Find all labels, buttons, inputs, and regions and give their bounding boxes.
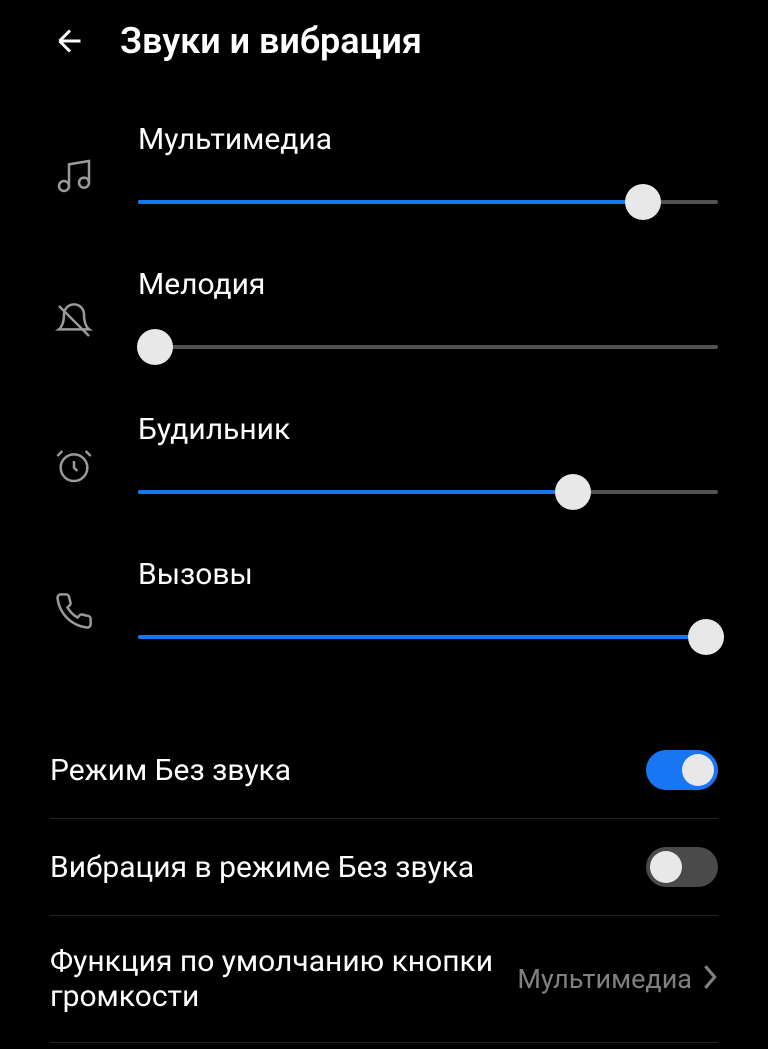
alarm-volume-row: Будильник bbox=[50, 412, 718, 507]
vibrate-silent-toggle[interactable] bbox=[646, 847, 718, 887]
silent-mode-row[interactable]: Режим Без звука bbox=[50, 722, 718, 819]
default-volume-button-value: Мультимедиа bbox=[517, 963, 692, 995]
settings-list: Режим Без звука Вибрация в режиме Без зв… bbox=[0, 722, 768, 1043]
music-note-icon bbox=[50, 152, 98, 200]
silent-mode-label: Режим Без звука bbox=[50, 753, 646, 788]
vibrate-silent-label: Вибрация в режиме Без звука bbox=[50, 850, 646, 885]
calls-volume-row: Вызовы bbox=[50, 557, 718, 652]
ringtone-slider-label: Мелодия bbox=[138, 267, 718, 302]
arrow-left-icon bbox=[52, 23, 88, 59]
ringtone-slider-content: Мелодия bbox=[138, 267, 718, 362]
alarm-volume-slider[interactable] bbox=[138, 477, 718, 507]
volume-sliders-section: Мультимедиа Мелодия bbox=[0, 82, 768, 722]
default-volume-button-row[interactable]: Функция по умолчанию кнопки громкости Му… bbox=[50, 916, 718, 1043]
alarm-clock-icon bbox=[50, 442, 98, 490]
calls-slider-content: Вызовы bbox=[138, 557, 718, 652]
default-volume-button-right: Мультимедиа bbox=[517, 963, 718, 995]
vibrate-silent-row[interactable]: Вибрация в режиме Без звука bbox=[50, 819, 718, 916]
phone-icon bbox=[50, 587, 98, 635]
media-slider-label: Мультимедиа bbox=[138, 122, 718, 157]
media-volume-slider[interactable] bbox=[138, 187, 718, 217]
calls-slider-label: Вызовы bbox=[138, 557, 718, 592]
header: Звуки и вибрация bbox=[0, 0, 768, 82]
back-button[interactable] bbox=[50, 21, 90, 61]
ringtone-volume-row: Мелодия bbox=[50, 267, 718, 362]
alarm-slider-content: Будильник bbox=[138, 412, 718, 507]
silent-mode-toggle[interactable] bbox=[646, 750, 718, 790]
page-title: Звуки и вибрация bbox=[120, 20, 422, 62]
calls-volume-slider[interactable] bbox=[138, 622, 718, 652]
media-slider-content: Мультимедиа bbox=[138, 122, 718, 217]
default-volume-button-label: Функция по умолчанию кнопки громкости bbox=[50, 944, 517, 1014]
alarm-slider-label: Будильник bbox=[138, 412, 718, 447]
chevron-right-icon bbox=[702, 963, 718, 995]
media-volume-row: Мультимедиа bbox=[50, 122, 718, 217]
bell-off-icon bbox=[50, 297, 98, 345]
ringtone-volume-slider[interactable] bbox=[138, 332, 718, 362]
